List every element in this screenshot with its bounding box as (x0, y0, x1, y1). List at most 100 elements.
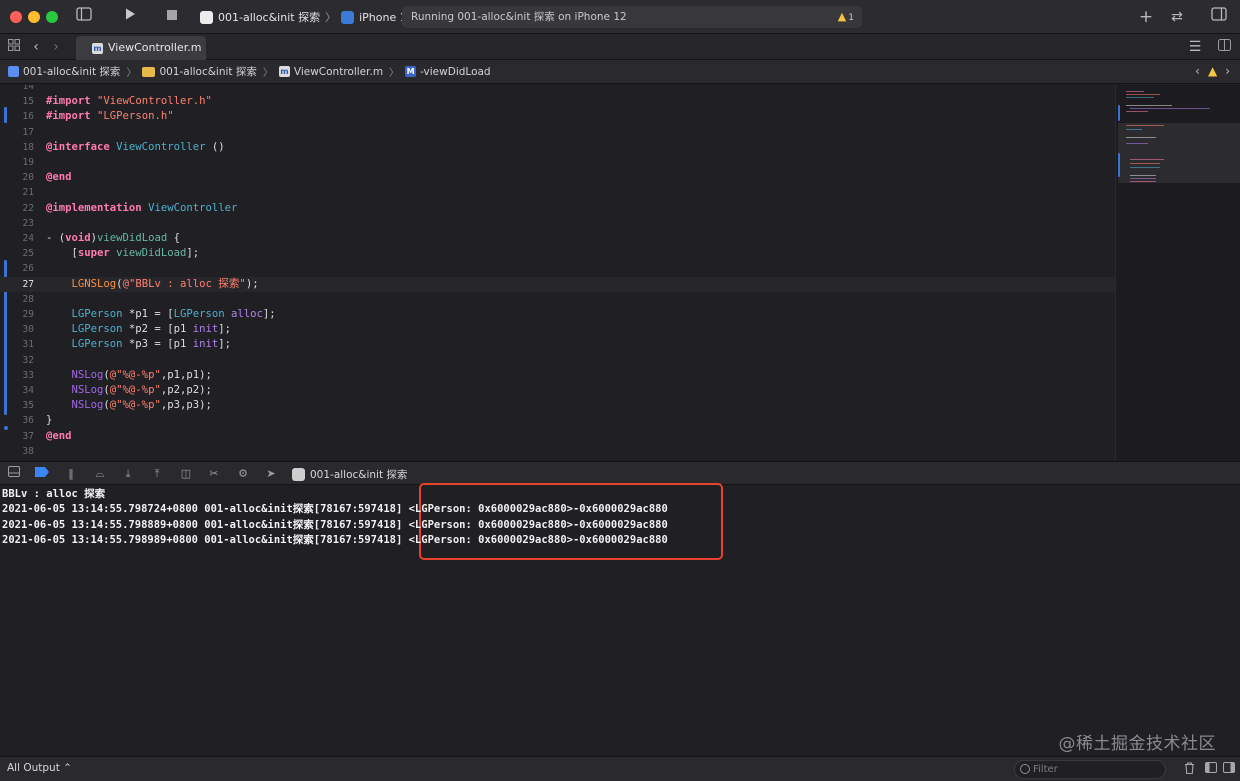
line-number[interactable]: 36 (8, 413, 34, 428)
line-number[interactable]: 33 (8, 368, 34, 383)
code-line[interactable]: 25 [super viewDidLoad]; (0, 246, 1115, 261)
console-view-toggle-icon[interactable] (1222, 762, 1236, 776)
code-line[interactable]: 17 (0, 125, 1115, 140)
line-number[interactable]: 15 (8, 94, 34, 109)
line-number[interactable]: 29 (8, 307, 34, 322)
line-number[interactable]: 35 (8, 398, 34, 413)
code-text: @interface ViewController () (46, 140, 225, 153)
code-line[interactable]: 31 LGPerson *p3 = [p1 init]; (0, 337, 1115, 352)
forward-icon[interactable]: › (44, 36, 68, 58)
line-number[interactable]: 19 (8, 155, 34, 170)
breadcrumb-file[interactable]: m ViewController.m (278, 66, 383, 78)
objc-file-icon: m (278, 66, 290, 77)
breadcrumb-folder[interactable]: 001-alloc&init 探索 (142, 64, 257, 79)
line-number[interactable]: 30 (8, 322, 34, 337)
line-number[interactable]: 24 (8, 231, 34, 246)
add-icon[interactable]: + (1134, 6, 1158, 28)
close-window-button[interactable] (10, 11, 22, 23)
line-number[interactable]: 17 (8, 125, 34, 140)
zoom-window-button[interactable] (46, 11, 58, 23)
variables-view-toggle-icon[interactable] (1204, 762, 1218, 776)
code-line[interactable]: 37 @end (0, 429, 1115, 444)
code-line[interactable]: 19 (0, 155, 1115, 170)
pause-icon[interactable]: ‖ (63, 466, 79, 482)
line-number[interactable]: 21 (8, 185, 34, 200)
line-number[interactable]: 14 (8, 85, 34, 94)
warning-icon[interactable]: ▲ (1208, 64, 1217, 78)
code-line[interactable]: 24 - (void)viewDidLoad { (0, 231, 1115, 246)
grid-icon[interactable] (2, 36, 26, 58)
list-lines-icon[interactable]: ☰ (1183, 36, 1207, 58)
scheme-selector[interactable]: 001-alloc&init 探索 〉 iPhone 12 (200, 8, 414, 26)
line-number[interactable]: 16 (8, 109, 34, 124)
minimap-viewport[interactable] (1118, 123, 1240, 183)
code-line[interactable]: 20 @end (0, 170, 1115, 185)
code-line[interactable]: 28 (0, 292, 1115, 307)
step-out-icon[interactable]: ⤒ (149, 466, 165, 482)
code-line[interactable]: 29 LGPerson *p1 = [LGPerson alloc]; (0, 307, 1115, 322)
code-line[interactable]: 14 (0, 85, 1115, 94)
line-number[interactable]: 38 (8, 444, 34, 459)
line-number[interactable]: 25 (8, 246, 34, 261)
code-line[interactable]: 36} (0, 413, 1115, 428)
breadcrumb-method[interactable]: M -viewDidLoad (405, 66, 491, 78)
line-number[interactable]: 37 (8, 429, 34, 444)
code-line[interactable]: 38 (0, 444, 1115, 459)
code-line[interactable]: 16 #import "LGPerson.h" (0, 109, 1115, 124)
filter-input[interactable]: Filter (1014, 760, 1166, 779)
line-number[interactable]: 23 (8, 216, 34, 231)
code-line[interactable]: 32 (0, 353, 1115, 368)
line-number[interactable]: 32 (8, 353, 34, 368)
line-number[interactable]: 18 (8, 140, 34, 155)
code-line[interactable]: 23 (0, 216, 1115, 231)
code-line[interactable]: 27 LGNSLog(@"BBLv : alloc 探索"); (0, 276, 1115, 292)
code-line[interactable]: 15 #import "ViewController.h" (0, 94, 1115, 109)
minimap-line (1126, 94, 1160, 95)
code-line[interactable]: 22 @implementation ViewController (0, 201, 1115, 216)
swap-arrows-icon[interactable]: ⇄ (1165, 6, 1189, 28)
line-number[interactable]: 31 (8, 337, 34, 352)
next-issue-icon[interactable]: › (1225, 64, 1230, 78)
minimize-window-button[interactable] (28, 11, 40, 23)
minimap-line (1130, 108, 1210, 109)
memory-graph-icon[interactable]: ✂ (206, 466, 222, 482)
view-hierarchy-icon[interactable]: ◫ (178, 466, 194, 482)
stop-icon[interactable] (160, 6, 184, 28)
navigator-toggle-icon[interactable] (72, 6, 96, 28)
code-line[interactable]: 30 LGPerson *p2 = [p1 init]; (0, 322, 1115, 337)
line-number[interactable]: 22 (8, 201, 34, 216)
tab-viewcontroller-m[interactable]: m ViewController.m (76, 36, 206, 60)
line-number[interactable]: 34 (8, 383, 34, 398)
step-over-icon[interactable]: ⌓ (92, 466, 108, 482)
breakpoints-icon[interactable] (34, 466, 50, 482)
line-number[interactable]: 20 (8, 170, 34, 185)
environment-overrides-icon[interactable]: ⚙ (235, 466, 251, 482)
debug-target[interactable]: 001-alloc&init 探索 (292, 467, 407, 482)
source-editor[interactable]: 14 15 #import "ViewController.h" 16 #import … (0, 85, 1115, 461)
output-filter-select[interactable]: All Output ⌃ (7, 762, 72, 774)
code-line[interactable]: 26 (0, 261, 1115, 276)
line-number[interactable]: 26 (8, 261, 34, 276)
code-line[interactable]: 33 NSLog(@"%@-%p",p1,p1); (0, 368, 1115, 383)
previous-issue-icon[interactable]: ‹ (1195, 64, 1200, 78)
step-into-icon[interactable]: ⤓ (120, 466, 136, 482)
minimap[interactable] (1115, 85, 1240, 461)
code-text: NSLog(@"%@-%p",p1,p1); (71, 368, 212, 381)
debug-target-label: 001-alloc&init 探索 (310, 469, 408, 481)
code-line[interactable]: 18 @interface ViewController () (0, 140, 1115, 155)
run-icon[interactable] (118, 6, 142, 28)
code-line[interactable]: 34 NSLog(@"%@-%p",p2,p2); (0, 383, 1115, 398)
split-editor-icon[interactable] (1212, 36, 1236, 58)
trash-icon[interactable] (1182, 762, 1196, 776)
breadcrumb-project[interactable]: 001-alloc&init 探索 (8, 64, 120, 79)
code-line[interactable]: 35 NSLog(@"%@-%p",p3,p3); (0, 398, 1115, 413)
line-number[interactable]: 28 (8, 292, 34, 307)
warning-icon[interactable]: ▲ 1 (838, 6, 854, 29)
activity-viewer[interactable]: Running 001-alloc&init 探索 on iPhone 12 ▲… (402, 6, 862, 28)
code-line[interactable]: 21 (0, 185, 1115, 200)
inspector-toggle-icon[interactable] (1207, 6, 1231, 28)
console-output[interactable]: @稀土掘金技术社区 BBLv : alloc 探索 2021-06-05 13:1… (0, 483, 1240, 756)
location-icon[interactable]: ➤ (263, 466, 279, 482)
hide-debug-area-icon[interactable] (6, 466, 22, 482)
line-number[interactable]: 27 (8, 277, 34, 292)
